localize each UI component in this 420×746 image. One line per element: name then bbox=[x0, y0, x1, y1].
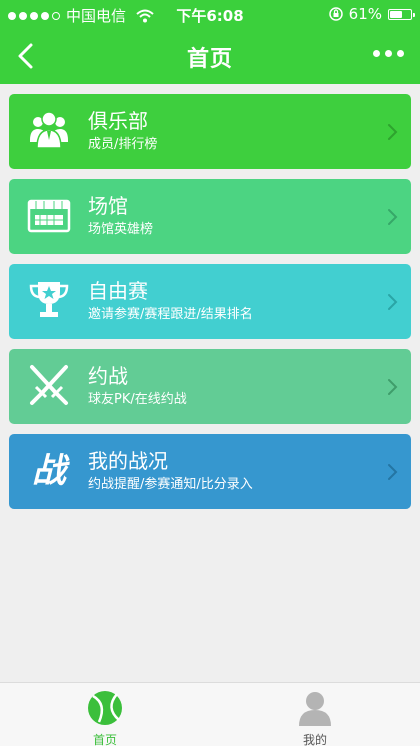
nav-bar: 首页 bbox=[0, 28, 420, 84]
menu-card-free-match[interactable]: 自由赛 邀请参赛/赛程跟进/结果排名 bbox=[9, 264, 411, 339]
card-text: 自由赛 邀请参赛/赛程跟进/结果排名 bbox=[88, 278, 253, 324]
chevron-right-icon bbox=[388, 464, 398, 480]
more-options-icon[interactable] bbox=[373, 50, 404, 57]
stadium-icon bbox=[27, 199, 71, 233]
menu-card-challenge[interactable]: 约战 球友PK/在线约战 bbox=[9, 349, 411, 424]
card-text: 场馆 场馆英雄榜 bbox=[88, 193, 153, 239]
menu-card-club[interactable]: 俱乐部 成员/排行榜 bbox=[9, 94, 411, 169]
card-subtitle: 约战提醒/参赛通知/比分录入 bbox=[88, 477, 253, 492]
card-title: 俱乐部 bbox=[88, 109, 148, 133]
card-title: 约战 bbox=[88, 364, 128, 388]
battery-percent: 61% bbox=[348, 5, 382, 23]
menu-card-stadium[interactable]: 场馆 场馆英雄榜 bbox=[9, 179, 411, 254]
chevron-right-icon bbox=[388, 124, 398, 140]
status-bar: 中国电信 下午6:08 61% bbox=[0, 0, 420, 28]
chevron-right-icon bbox=[388, 209, 398, 225]
rotation-lock-icon bbox=[328, 7, 343, 21]
page-title: 首页 bbox=[186, 47, 233, 72]
status-right: 61% bbox=[328, 5, 415, 23]
battle-icon: 战 bbox=[32, 451, 66, 491]
trophy-icon bbox=[29, 282, 69, 317]
card-text: 约战 球友PK/在线约战 bbox=[88, 363, 187, 409]
card-subtitle: 场馆英雄榜 bbox=[88, 222, 154, 237]
card-text: 我的战况 约战提醒/参赛通知/比分录入 bbox=[88, 448, 253, 494]
tab-label: 我的 bbox=[302, 733, 327, 746]
tab-home[interactable]: 首页 bbox=[0, 683, 210, 746]
user-avatar-icon bbox=[299, 692, 331, 726]
battery-fill bbox=[390, 10, 403, 18]
tab-mine[interactable]: 我的 bbox=[210, 683, 420, 746]
card-subtitle: 邀请参赛/赛程跟进/结果排名 bbox=[88, 307, 253, 322]
card-subtitle: 球友PK/在线约战 bbox=[88, 392, 187, 407]
tennis-ball-icon bbox=[88, 691, 122, 725]
card-text: 俱乐部 成员/排行榜 bbox=[88, 108, 157, 154]
tab-label: 首页 bbox=[92, 733, 117, 746]
menu-card-my-battles[interactable]: 战 我的战况 约战提醒/参赛通知/比分录入 bbox=[9, 434, 411, 509]
chevron-right-icon bbox=[388, 294, 398, 310]
tab-bar: 首页 我的 bbox=[0, 682, 420, 746]
card-title: 我的战况 bbox=[88, 449, 168, 473]
menu-list: 俱乐部 成员/排行榜 场馆 场馆英雄榜 自由赛 邀请参赛/赛程跟进/结果排名 约… bbox=[9, 94, 411, 519]
card-subtitle: 成员/排行榜 bbox=[88, 137, 158, 152]
crossed-swords-icon bbox=[30, 365, 68, 405]
chevron-right-icon bbox=[388, 379, 398, 395]
battery-icon bbox=[388, 8, 415, 20]
club-members-icon bbox=[30, 111, 68, 149]
card-title: 自由赛 bbox=[88, 279, 148, 303]
card-title: 场馆 bbox=[88, 194, 128, 218]
